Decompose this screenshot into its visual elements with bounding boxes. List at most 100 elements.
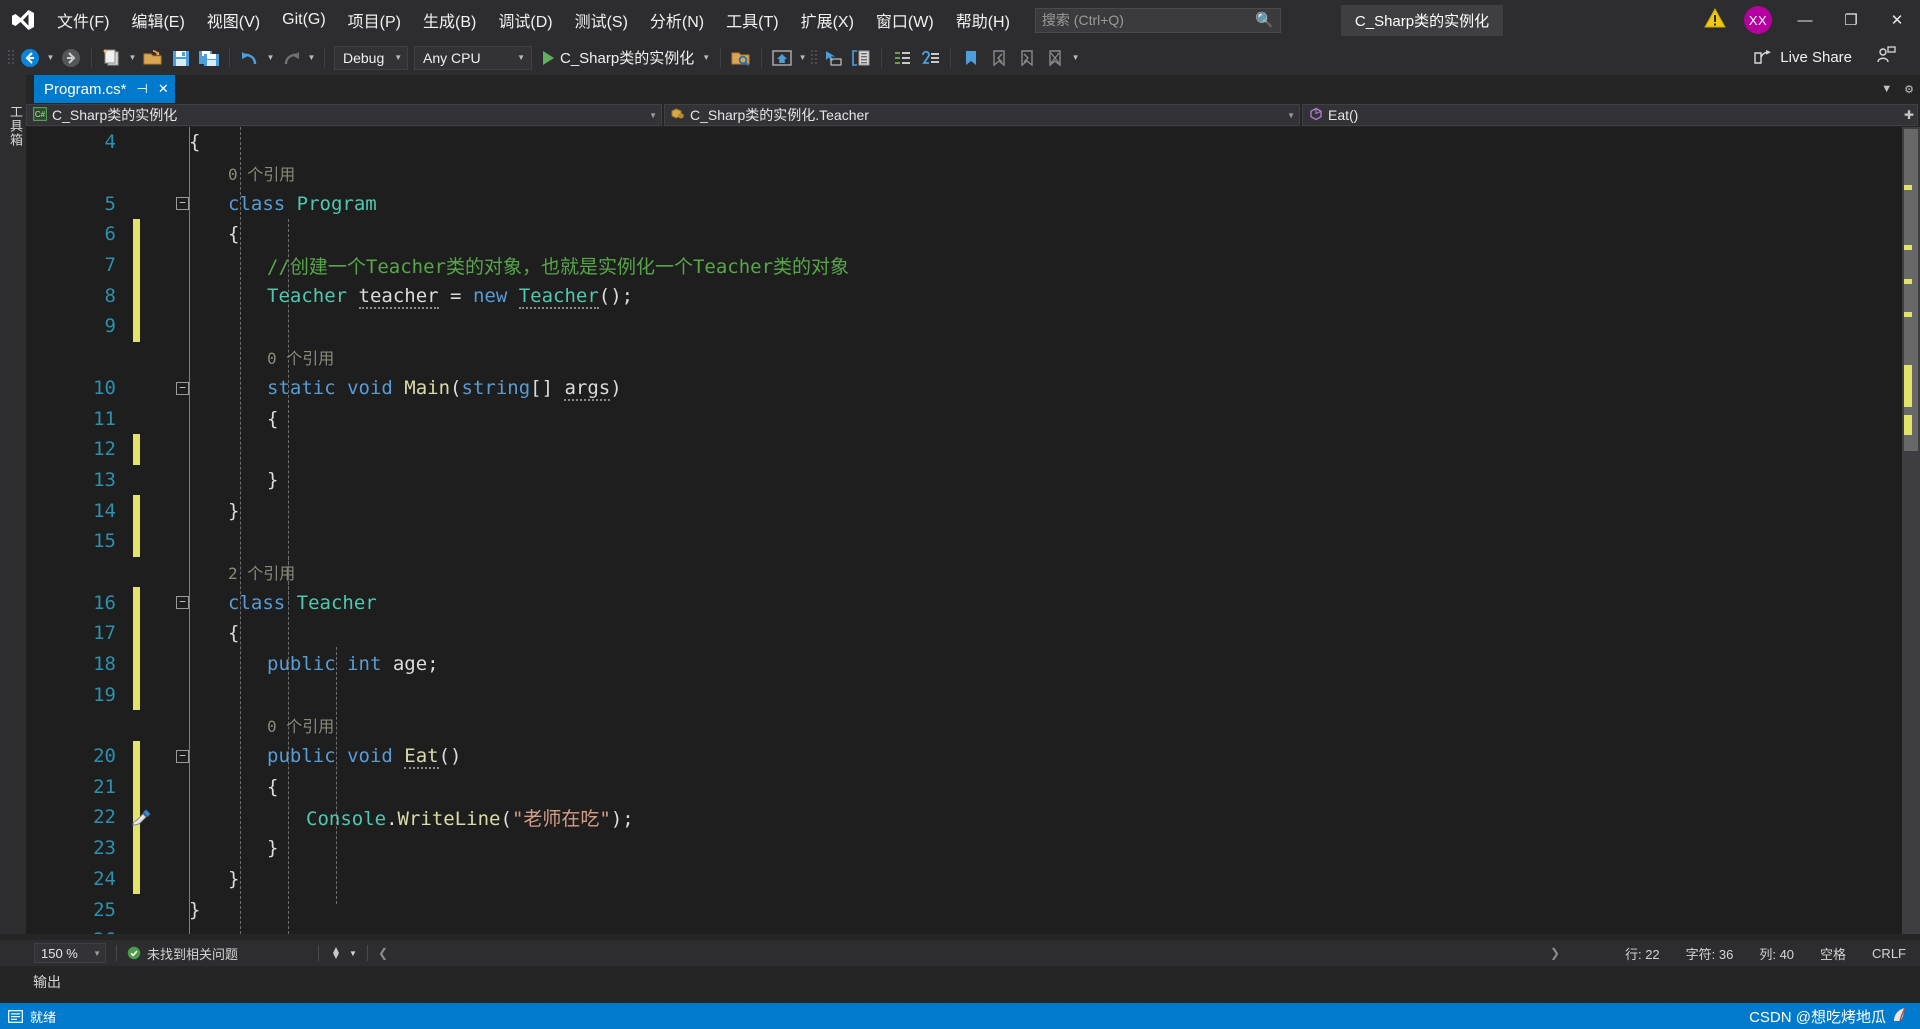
navigate-forward-button[interactable] xyxy=(57,44,85,72)
code-line[interactable]: 9 xyxy=(26,311,1920,342)
menu-item-extensions[interactable]: 扩展(X) xyxy=(790,0,865,40)
code-line[interactable]: 4{ xyxy=(26,127,1920,158)
properties-window-button[interactable] xyxy=(847,44,875,72)
redo-caret-icon[interactable]: ▼ xyxy=(305,44,318,72)
code-line[interactable]: 6{ xyxy=(26,219,1920,250)
code-line[interactable]: 14} xyxy=(26,495,1920,526)
platform-combo[interactable]: Any CPU ▼ xyxy=(414,45,532,70)
toolbox-vertical-tab[interactable]: 工具箱 xyxy=(0,105,25,147)
fold-toggle-icon[interactable]: − xyxy=(176,749,189,763)
code-line[interactable]: 15 xyxy=(26,525,1920,557)
new-file-caret-icon[interactable]: ▼ xyxy=(126,44,139,72)
code-line[interactable]: 0 个引用 xyxy=(26,158,1920,189)
zoom-level-combo[interactable]: 150 % ▼ xyxy=(34,943,106,963)
column-indicator[interactable]: 列: 40 xyxy=(1759,944,1794,963)
menu-item-test[interactable]: 测试(S) xyxy=(564,0,639,40)
close-icon[interactable]: ✕ xyxy=(158,81,169,97)
toolbar-grip[interactable] xyxy=(809,48,819,68)
fold-toggle-icon[interactable]: − xyxy=(176,596,189,610)
navigate-back-button[interactable] xyxy=(16,44,44,72)
toolbar-overflow-icon[interactable]: ▼ xyxy=(1069,44,1082,72)
live-share-button[interactable]: Live Share xyxy=(1753,49,1852,67)
indentation-indicator[interactable]: 空格 xyxy=(1820,944,1846,963)
code-line[interactable]: 25} xyxy=(26,894,1920,925)
code-line[interactable]: 10− static void Main(string[] args) xyxy=(26,373,1920,404)
problems-indicator[interactable]: 未找到相关问题 xyxy=(127,944,238,963)
code-line[interactable]: 17 { xyxy=(26,618,1920,649)
code-line[interactable]: 21 { xyxy=(26,771,1920,803)
home-window-caret-icon[interactable]: ▼ xyxy=(796,44,809,72)
new-file-button[interactable] xyxy=(98,44,126,72)
pin-icon[interactable]: ⊣ xyxy=(137,81,148,97)
task-list-button[interactable] xyxy=(888,44,916,72)
menu-item-window[interactable]: 窗口(W) xyxy=(865,0,945,40)
code-editor[interactable]: 4{0 个引用 5− class Program 6{7//创建一个Teacher类的… xyxy=(26,127,1920,934)
warning-icon[interactable] xyxy=(1704,7,1726,33)
document-tab-program-cs[interactable]: Program.cs* ⊣ ✕ xyxy=(34,75,175,103)
menu-item-file[interactable]: 文件(F) xyxy=(46,0,120,40)
feedback-icon[interactable] xyxy=(1876,46,1896,69)
tab-overflow-icon[interactable]: ▼ xyxy=(1881,83,1892,95)
menu-item-project[interactable]: 项目(P) xyxy=(337,0,412,40)
menu-item-tools[interactable]: 工具(T) xyxy=(715,0,789,40)
char-indicator[interactable]: 字符: 36 xyxy=(1686,944,1734,963)
scroll-right-icon[interactable]: ❯ xyxy=(1550,946,1560,960)
scroll-left-icon[interactable]: ❮ xyxy=(378,946,388,960)
solution-explorer-button[interactable] xyxy=(819,44,847,72)
search-solution-button[interactable] xyxy=(727,44,755,72)
editor-vertical-scrollbar[interactable] xyxy=(1902,127,1920,934)
minimize-button[interactable]: — xyxy=(1782,0,1828,40)
quick-actions-icon[interactable] xyxy=(130,806,152,828)
avatar[interactable]: XX xyxy=(1744,6,1772,34)
configuration-combo[interactable]: Debug ▼ xyxy=(334,45,408,70)
line-indicator[interactable]: 行: 22 xyxy=(1625,944,1660,963)
menu-item-help[interactable]: 帮助(H) xyxy=(945,0,1021,40)
code-line[interactable]: 22 Console.WriteLine("老师在吃"); xyxy=(26,802,1920,833)
restore-button[interactable]: ❐ xyxy=(1828,0,1874,40)
code-line[interactable]: 20 − public void Eat() xyxy=(26,740,1920,772)
save-all-button[interactable] xyxy=(195,44,223,72)
fold-toggle-icon[interactable]: − xyxy=(176,381,189,395)
save-button[interactable] xyxy=(167,44,195,72)
code-line[interactable]: 19 xyxy=(26,679,1920,711)
split-view-icon[interactable]: ⚙ xyxy=(1904,83,1914,96)
close-button[interactable]: ✕ xyxy=(1874,0,1920,40)
code-line[interactable]: 7 //创建一个Teacher类的对象，也就是实例化一个Teacher类的对象 xyxy=(26,249,1920,281)
code-line[interactable]: 16− class Teacher xyxy=(26,587,1920,618)
code-line[interactable]: 2 个引用 xyxy=(26,557,1920,588)
menu-item-git[interactable]: Git(G) xyxy=(271,0,337,40)
fold-toggle-icon[interactable]: − xyxy=(176,197,189,211)
menu-item-debug[interactable]: 调试(D) xyxy=(487,0,563,40)
code-line[interactable]: 18 public int age; xyxy=(26,648,1920,680)
code-line[interactable]: 11 { xyxy=(26,403,1920,434)
code-line[interactable]: 23} xyxy=(26,832,1920,864)
code-line[interactable]: 0 个引用 xyxy=(26,710,1920,741)
chevron-down-icon[interactable]: ▼ xyxy=(702,53,710,62)
bookmark-button[interactable] xyxy=(957,44,985,72)
navbar-type-dropdown[interactable]: C_Sharp类的实例化.Teacher ▼ xyxy=(664,104,1300,126)
code-line[interactable]: 24} xyxy=(26,863,1920,895)
redo-button[interactable] xyxy=(277,44,305,72)
clear-bookmarks-button[interactable] xyxy=(1041,44,1069,72)
code-line[interactable]: 5− class Program xyxy=(26,188,1920,219)
eol-indicator[interactable]: CRLF xyxy=(1872,946,1906,961)
code-line[interactable]: 12 xyxy=(26,433,1920,465)
source-control-indicator[interactable]: ▼ xyxy=(329,946,357,960)
search-box[interactable]: 🔍 xyxy=(1034,7,1281,33)
next-bookmark-button[interactable] xyxy=(1013,44,1041,72)
menu-item-view[interactable]: 视图(V) xyxy=(196,0,271,40)
navbar-project-dropdown[interactable]: C# C_Sharp类的实例化 ▼ xyxy=(26,104,662,126)
undo-caret-icon[interactable]: ▼ xyxy=(264,44,277,72)
start-debug-button[interactable]: C_Sharp类的实例化 ▼ xyxy=(535,44,714,72)
navbar-member-dropdown[interactable]: Eat() ▼ xyxy=(1302,104,1918,126)
navbar-settings-icon[interactable]: ✚ xyxy=(1904,108,1914,122)
code-line[interactable]: 8 Teacher teacher = new Teacher(); xyxy=(26,280,1920,312)
code-line[interactable]: 0 个引用 xyxy=(26,342,1920,373)
search-input[interactable] xyxy=(1041,12,1252,28)
code-line[interactable]: 13} xyxy=(26,465,1920,496)
menu-item-analyze[interactable]: 分析(N) xyxy=(639,0,715,40)
navigate-back-caret-icon[interactable]: ▼ xyxy=(44,44,57,72)
undo-button[interactable] xyxy=(236,44,264,72)
menu-item-build[interactable]: 生成(B) xyxy=(412,0,487,40)
open-file-button[interactable] xyxy=(139,44,167,72)
